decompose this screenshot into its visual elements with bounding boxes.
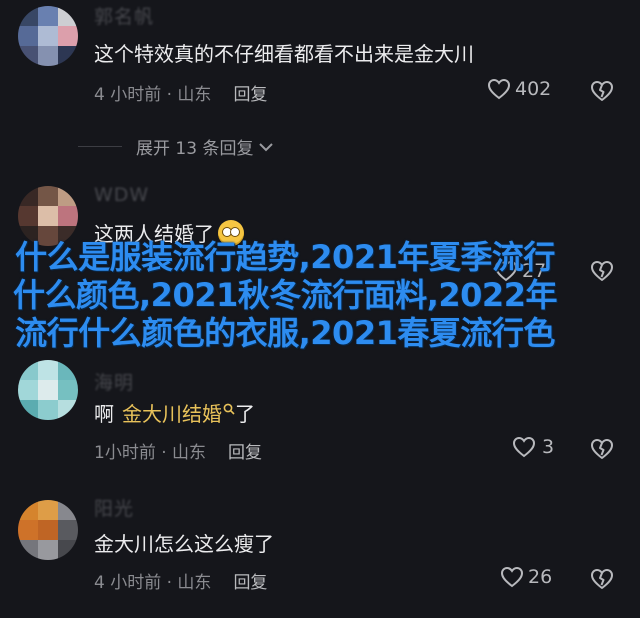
avatar-pixel — [18, 400, 38, 420]
like-count: 402 — [515, 78, 552, 100]
avatar-pixel — [38, 540, 58, 560]
dislike-button[interactable] — [590, 438, 614, 460]
avatar-pixel — [58, 360, 78, 380]
comment-text: 金大川怎么这么瘦了 — [94, 532, 274, 556]
avatar-pixel — [18, 380, 38, 400]
heart-outline-icon — [512, 436, 536, 458]
expand-replies-label: 展开 13 条回复 — [136, 139, 254, 159]
timestamp-location: 4 小时前 · 山东 — [94, 85, 212, 105]
avatar-pixel — [38, 186, 58, 206]
divider-line — [78, 146, 122, 147]
chevron-down-icon — [259, 142, 274, 151]
avatar-pixel — [58, 46, 78, 66]
broken-heart-icon — [591, 81, 613, 101]
avatar-pixel — [18, 6, 38, 26]
avatar-pixel — [18, 26, 38, 46]
broken-heart-icon — [591, 261, 613, 281]
comment-meta: 4 小时前 · 山东 回复 — [94, 80, 267, 105]
avatar-pixel — [38, 520, 58, 540]
avatar-pixel — [18, 360, 38, 380]
reply-button[interactable]: 回复 — [228, 438, 262, 463]
avatar-pixel — [38, 500, 58, 520]
comment-text: 啊 金大川结婚 了 — [94, 398, 255, 427]
comment-text-suffix: 了 — [235, 402, 255, 426]
avatar-pixel — [38, 46, 58, 66]
comment-text-prefix: 啊 — [94, 402, 114, 426]
avatar-pixel — [58, 500, 78, 520]
avatar-pixel — [58, 26, 78, 46]
avatar-pixel — [38, 6, 58, 26]
heart-outline-icon — [500, 566, 524, 588]
avatar-pixel — [38, 360, 58, 380]
avatar-pixel — [18, 186, 38, 206]
avatar[interactable] — [18, 360, 78, 420]
like-count: 3 — [542, 436, 555, 458]
dislike-button[interactable] — [590, 260, 614, 282]
search-icon — [223, 403, 235, 415]
highlight-search-link[interactable]: 金大川结婚 — [122, 398, 235, 427]
avatar-pixel — [38, 206, 58, 226]
heart-outline-icon — [487, 78, 511, 100]
avatar[interactable] — [18, 6, 78, 66]
comment-meta: 1小时前 · 山东 回复 — [94, 438, 262, 463]
like-count: 26 — [528, 566, 553, 588]
avatar[interactable] — [18, 186, 78, 246]
timestamp-location: 1小时前 · 山东 — [94, 443, 207, 463]
highlight-text: 金大川结婚 — [122, 402, 222, 426]
avatar-pixel — [38, 400, 58, 420]
like-button[interactable]: 26 — [500, 566, 552, 588]
avatar-pixel — [18, 540, 38, 560]
comment-text: 这个特效真的不仔细看都看不出来是金大川 — [94, 42, 474, 66]
timestamp-location: 4 小时前 · 山东 — [94, 573, 212, 593]
username[interactable]: 海明 — [94, 368, 134, 395]
username[interactable]: WDW — [94, 184, 149, 206]
avatar-pixel — [58, 206, 78, 226]
avatar-pixel — [38, 380, 58, 400]
username[interactable]: 阳光 — [94, 494, 134, 521]
avatar-pixel — [58, 520, 78, 540]
broken-heart-icon — [591, 569, 613, 589]
avatar-pixel — [58, 6, 78, 26]
avatar[interactable] — [18, 500, 78, 560]
avatar-pixel — [58, 380, 78, 400]
dislike-button[interactable] — [590, 80, 614, 102]
broken-heart-icon — [591, 439, 613, 459]
avatar-pixel — [18, 520, 38, 540]
dislike-button[interactable] — [590, 568, 614, 590]
comment-meta: 4 小时前 · 山东 回复 — [94, 568, 267, 593]
avatar-pixel — [58, 540, 78, 560]
avatar-pixel — [18, 46, 38, 66]
reply-button[interactable]: 回复 — [233, 80, 267, 105]
avatar-pixel — [18, 500, 38, 520]
expand-replies-button[interactable]: 展开 13 条回复 — [78, 134, 275, 159]
avatar-pixel — [38, 26, 58, 46]
reply-button[interactable]: 回复 — [233, 568, 267, 593]
username[interactable]: 郭名帆 — [94, 2, 154, 29]
avatar-pixel — [58, 400, 78, 420]
like-button[interactable]: 402 — [487, 78, 551, 100]
avatar-pixel — [18, 206, 38, 226]
like-button[interactable]: 3 — [512, 436, 554, 458]
overlay-caption: 什么是服装流行趋势,2021年夏季流行什么颜色,2021秋冬流行面料,2022年… — [13, 238, 557, 352]
avatar-pixel — [58, 186, 78, 206]
